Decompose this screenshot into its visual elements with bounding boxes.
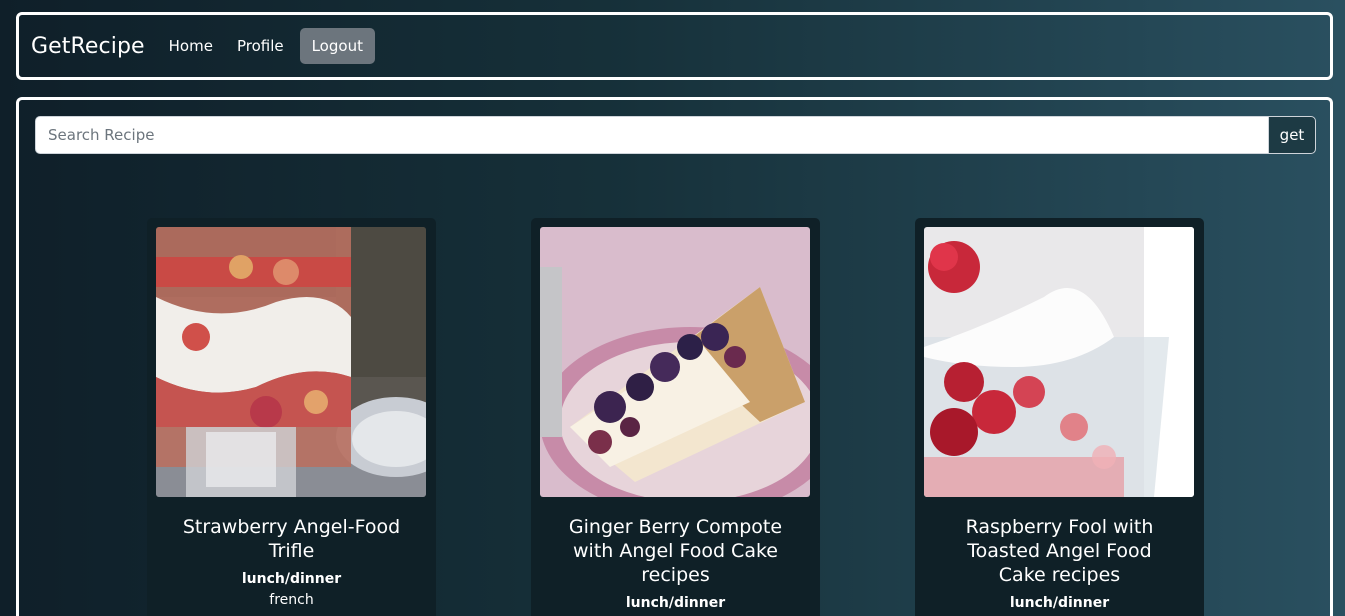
recipe-meal-type: lunch/dinner xyxy=(625,595,726,611)
recipe-meal-type: lunch/dinner xyxy=(1009,595,1110,611)
berry-compote-cake-image xyxy=(540,227,810,497)
brand-logo[interactable]: GetRecipe xyxy=(31,34,145,59)
search-bar: get xyxy=(35,116,1316,154)
main-panel: get Strawberry Angel-Food Trifle lunch/d… xyxy=(16,97,1333,616)
strawberry-trifle-image xyxy=(156,227,426,497)
recipe-cuisine: french xyxy=(269,592,314,608)
raspberry-fool-image xyxy=(924,227,1194,497)
recipe-title: Raspberry Fool with Toasted Angel Food C… xyxy=(965,516,1154,586)
recipe-card[interactable]: Strawberry Angel-Food Trifle lunch/dinne… xyxy=(147,218,436,616)
logout-button[interactable]: Logout xyxy=(299,28,375,64)
recipe-meal-type: lunch/dinner xyxy=(241,571,342,587)
get-button[interactable]: get xyxy=(1268,116,1316,154)
search-input[interactable] xyxy=(35,116,1268,154)
recipe-title: Ginger Berry Compote with Angel Food Cak… xyxy=(568,516,783,586)
nav-link-home[interactable]: Home xyxy=(157,28,225,64)
navbar: GetRecipe Home Profile Logout xyxy=(16,12,1333,80)
recipe-card[interactable]: Ginger Berry Compote with Angel Food Cak… xyxy=(531,218,820,616)
recipe-title: Strawberry Angel-Food Trifle xyxy=(182,516,401,562)
recipe-card[interactable]: Raspberry Fool with Toasted Angel Food C… xyxy=(915,218,1204,616)
nav-link-profile[interactable]: Profile xyxy=(225,28,296,64)
